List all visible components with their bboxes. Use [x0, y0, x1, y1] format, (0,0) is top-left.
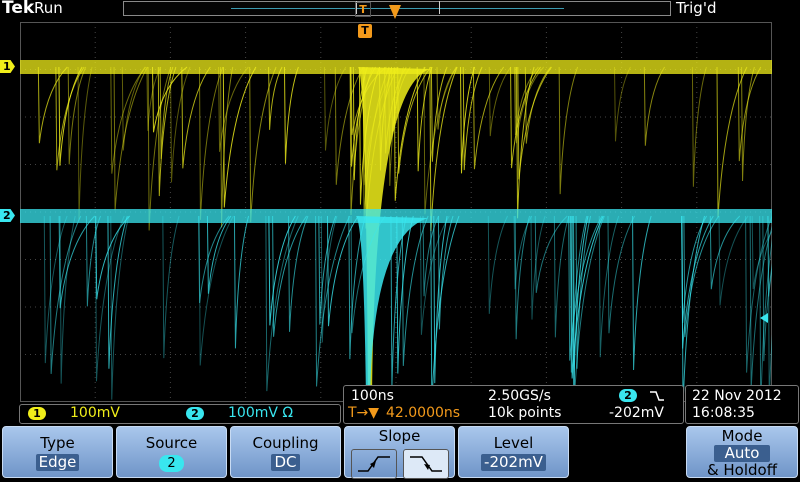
date-time-readout: 22 Nov 2012 16:08:35: [685, 385, 799, 424]
type-button[interactable]: Type Edge: [2, 426, 113, 478]
mode-holdoff-button[interactable]: Mode Auto & Holdoff: [686, 426, 798, 478]
waveform-pulse: [513, 215, 533, 290]
waveform-pulse: [514, 66, 545, 144]
waveform-pulse: [691, 66, 707, 187]
source-label: Source: [145, 434, 198, 452]
slope-button[interactable]: Slope: [344, 426, 455, 479]
waveform-pulse: [514, 215, 531, 340]
channel-1-badge[interactable]: 1: [28, 407, 46, 420]
falling-edge-icon: [650, 391, 664, 401]
channel-1-ground-marker[interactable]: 1: [0, 60, 15, 73]
waveform-pulse: [462, 66, 483, 171]
waveform-pulse: [488, 66, 512, 137]
channel-1-scale: 100mV: [70, 405, 120, 421]
waveform-pulse: [198, 215, 230, 304]
trigger-state: Trig'd: [676, 0, 717, 17]
rising-slope-option[interactable]: [351, 449, 397, 479]
waveform-pulse: [268, 66, 283, 130]
waveform-pulse: [283, 66, 299, 164]
waveform-pulse: [169, 66, 191, 183]
trigger-position-arrow-icon[interactable]: [389, 5, 401, 19]
waveform-pulse: [487, 215, 508, 314]
waveform-pulse: [222, 66, 257, 208]
waveform-pulse: [233, 215, 250, 349]
trigger-level-marker-icon[interactable]: [760, 313, 768, 323]
record-length: 10k points: [488, 405, 562, 421]
waveform-pulse: [67, 66, 87, 165]
coupling-label: Coupling: [252, 434, 319, 452]
trigger-source-badge: 2: [619, 389, 637, 402]
coupling-button[interactable]: Coupling DC: [230, 426, 341, 478]
record-trigger-icon: T: [355, 2, 371, 17]
waveform-graticule[interactable]: [20, 22, 772, 402]
waveform-pulse: [530, 215, 546, 320]
trigger-position: 42.0000ns: [386, 405, 461, 421]
waveform-pulse: [613, 66, 631, 142]
waveform-pulse: [59, 215, 76, 384]
channel-2-ground-marker[interactable]: 2: [0, 209, 15, 222]
source-value: 2: [159, 455, 184, 472]
level-value: -202mV: [481, 454, 546, 471]
acquisition-state: Run: [34, 0, 63, 17]
type-label: Type: [40, 434, 75, 452]
waveform-pulse: [553, 215, 570, 338]
waveform-pulse: [162, 215, 180, 359]
slope-label: Slope: [378, 427, 421, 445]
channel-2-waveform: [20, 209, 772, 402]
waveform-pulse: [110, 215, 130, 400]
waveform-pulse: [95, 215, 131, 300]
brand-logo: Tek: [2, 0, 35, 18]
waveform-pulse: [77, 66, 93, 220]
mode-value: Auto: [714, 445, 770, 462]
waveform-pulse: [181, 66, 211, 169]
level-button[interactable]: Level -202mV: [458, 426, 569, 478]
holdoff-label: & Holdoff: [706, 461, 778, 479]
waveform-pulse: [607, 215, 636, 334]
waveform-pulse: [524, 66, 552, 144]
timebase: 100ns: [351, 388, 394, 404]
falling-edge-icon: [410, 456, 442, 472]
type-value: Edge: [35, 454, 80, 471]
waveform-pulse: [58, 215, 96, 309]
sample-rate: 2.50GS/s: [488, 388, 551, 404]
waveform-pulse: [198, 215, 234, 366]
trigger-position-icon: T→▼: [348, 405, 380, 421]
trigger-time-marker-icon[interactable]: T: [358, 24, 372, 38]
status-bar: Tek Run T Trig'd: [0, 0, 800, 19]
time: 16:08:35: [692, 405, 755, 421]
waveform-pulse: [85, 215, 101, 307]
channel-readout: 1 100mV 2 100mV Ω: [19, 404, 341, 424]
waveform-pulse: [459, 66, 476, 174]
date: 22 Nov 2012: [692, 388, 782, 404]
source-button[interactable]: Source 2: [116, 426, 227, 478]
waveform-pulse: [558, 66, 579, 195]
falling-slope-option[interactable]: [403, 449, 449, 479]
waveform-pulse: [534, 215, 568, 293]
mode-label: Mode: [721, 427, 763, 445]
waveform-pulse: [632, 215, 652, 371]
coupling-value: DC: [271, 454, 300, 471]
waveform-pulse: [249, 66, 277, 223]
rising-edge-icon: [358, 456, 390, 472]
trigger-level-readout: -202mV: [609, 405, 664, 421]
waveform-pulse: [709, 215, 741, 290]
channel-2-scale: 100mV Ω: [228, 405, 294, 421]
waveform-pulse: [43, 215, 68, 364]
horizontal-trigger-readout[interactable]: 100ns 2.50GS/s 2 T→▼ 42.0000ns 10k point…: [343, 385, 684, 424]
waveform-pulse: [643, 66, 666, 146]
waveform-pulse: [472, 66, 505, 170]
waveform-pulse: [429, 66, 458, 231]
level-label: Level: [493, 434, 534, 452]
waveform-pulse: [113, 66, 149, 211]
trigger-menu: Type Edge Source 2 Coupling DC Slope Lev…: [0, 426, 800, 480]
waveform-pulse: [718, 215, 749, 306]
channel-2-badge[interactable]: 2: [186, 407, 204, 420]
